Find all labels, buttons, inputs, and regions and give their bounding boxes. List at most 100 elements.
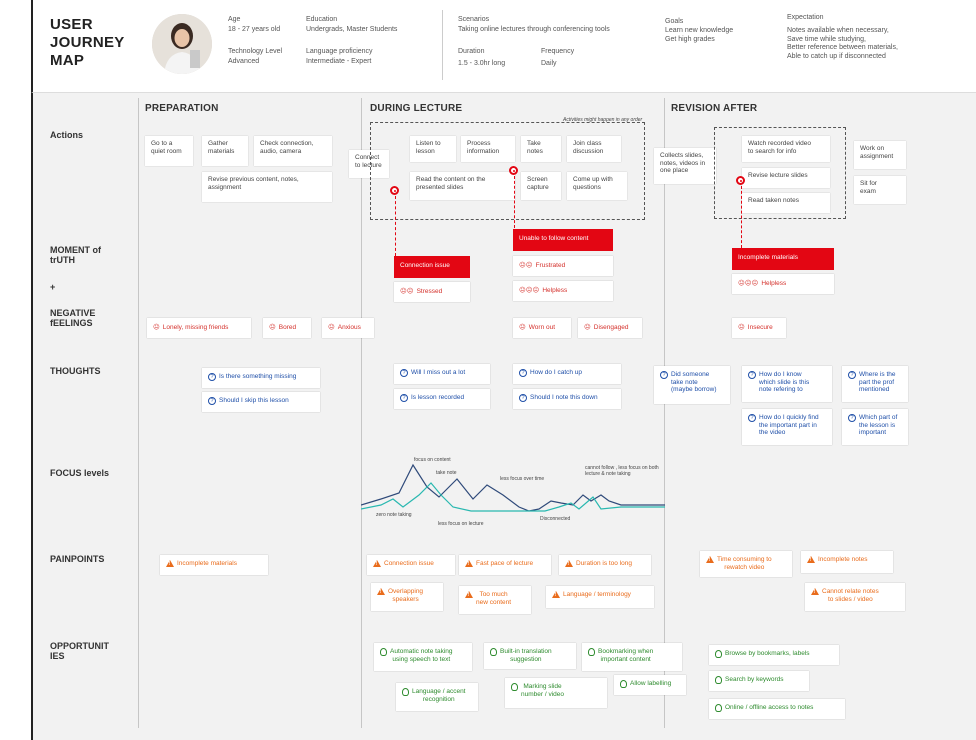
thought-label: How do I quickly find the important part… [759,414,819,436]
thought-label: How do I know which slide is this note r… [759,371,810,393]
sad-face-icon: ☹☹ [519,262,533,270]
feeling-card: ☹☹ Stressed [394,282,470,302]
lightbulb-icon [402,688,409,696]
duration-value: 1.5 - 3.0hr long [458,60,506,67]
moment-connector [395,196,396,256]
painpoint-card: Incomplete notes [801,551,893,573]
scenarios-value: Taking online lectures through conferenc… [458,26,610,33]
lightbulb-icon [715,676,722,684]
expectation-label: Expectation [787,14,824,21]
opportunity-label: Search by keywords [725,676,784,683]
thought-label: Which part of the lesson is important [859,414,898,436]
action-card: Work on assignment [854,141,906,169]
moment-marker [390,186,399,195]
scenarios-label: Scenarios [458,16,490,23]
language-label: Language proficiency [306,48,373,55]
row-thoughts: THOUGHTS [50,366,101,376]
thought-label: Is there something missing [219,373,297,380]
tech-label: Technology Level [228,48,283,55]
painpoint-label: Language / terminology [563,591,631,598]
question-icon: ? [208,373,216,381]
focus-note: cannot follow , less focus on both lectu… [585,465,659,477]
moment-unable-to-follow: Unable to follow content [513,229,613,251]
moment-connection-issue: Connection issue [394,256,470,278]
row-focus-levels: FOCUS levels [50,468,110,478]
sad-face-icon: ☹ [153,324,160,332]
painpoint-label: Duration is too long [576,560,633,567]
negative-label: Insecure [747,324,773,332]
thought-card: ? Did someone take note (maybe borrow) [654,366,730,404]
opportunity-label: Automatic note taking using speech to te… [390,648,453,663]
question-icon: ? [400,394,408,402]
painpoint-label: Cannot relate notes to slides / video [822,588,879,603]
painpoint-card: Too much new content [459,586,531,614]
negative-feeling-card: ☹ Insecure [732,318,786,338]
thought-card: ? How do I catch up [513,364,621,384]
action-card: Revise previous content, notes, assignme… [202,172,332,202]
education-label: Education [306,16,338,23]
thought-card: ? Should I skip this lesson [202,392,320,412]
row-negative-feelings: NEGATIVE fEELINGS [50,308,96,328]
age-value: 18 - 27 years old [228,26,281,33]
warning-icon [807,556,815,565]
action-card: Come up with questions [567,172,627,200]
painpoint-label: Fast pace of lecture [476,560,534,567]
thought-label: Where is the part the prof mentioned [859,371,896,393]
painpoint-card: Connection issue [367,555,455,575]
warning-icon [373,560,381,569]
focus-note: less focus over time [500,476,545,482]
feeling-label: Frustrated [535,262,566,270]
action-card: Join class discussion [567,136,621,162]
stage-preparation: PREPARATION [145,103,219,114]
action-card: Read taken notes [742,193,830,213]
opportunity-card: Automatic note taking using speech to te… [374,643,472,671]
negative-feeling-card: ☹ Worn out [513,318,571,338]
focus-line-notes [361,482,665,512]
lightbulb-icon [588,648,595,656]
title-line-2: JOURNEY [50,34,125,51]
action-card: Collects slides, notes, videos in one pl… [654,148,716,184]
painpoint-label: Too much new content [476,591,512,606]
warning-icon [565,560,573,569]
lightbulb-icon [380,648,387,656]
action-card: Gather materials [202,136,248,166]
question-icon: ? [400,369,408,377]
sad-face-icon: ☹ [328,324,335,332]
warning-icon [465,591,473,600]
header-divider [442,10,443,80]
question-icon: ? [748,414,756,422]
question-icon: ? [519,394,527,402]
warning-icon [706,556,714,565]
row-plus: + [50,282,56,292]
negative-feeling-card: ☹ Lonely, missing friends [147,318,251,338]
painpoint-label: Time consuming to rewatch video [717,556,772,571]
warning-icon [465,560,473,569]
thought-label: Should I skip this lesson [219,397,289,404]
stage-revision-after: REVISION AFTER [671,103,758,114]
opportunity-card: Language / accent recognition [396,683,478,711]
opportunity-card: Search by keywords [709,671,809,691]
language-value: Intermediate - Expert [306,58,372,65]
question-icon: ? [848,414,856,422]
activities-note: Activities might happen in any order [563,117,643,123]
negative-label: Anxious [337,324,361,332]
focus-note: take note [436,470,457,476]
opportunity-card: Bookmarking when important content [582,643,682,671]
opportunity-label: Allow labelling [630,680,672,687]
thought-label: Is lesson recorded [411,394,465,401]
feeling-label: Helpless [761,280,787,288]
opportunity-card: Allow labelling [614,675,686,695]
stage-divider-2 [361,98,362,728]
feeling-card: ☹☹☹ Helpless [513,281,613,301]
stage-during-lecture: DURING LECTURE [370,103,463,114]
moment-connector [514,176,515,228]
painpoint-card: Fast pace of lecture [459,555,551,575]
action-card: Process information [461,136,515,162]
opportunity-label: Browse by bookmarks, labels [725,650,810,657]
feeling-card: ☹☹☹ Helpless [732,274,834,294]
row-opportunities: OPPORTUNIT IES [50,641,110,661]
duration-label: Duration [458,48,485,55]
goals-label: Goals [665,18,684,25]
lightbulb-icon [715,650,722,658]
thought-card: ? Where is the part the prof mentioned [842,366,908,402]
